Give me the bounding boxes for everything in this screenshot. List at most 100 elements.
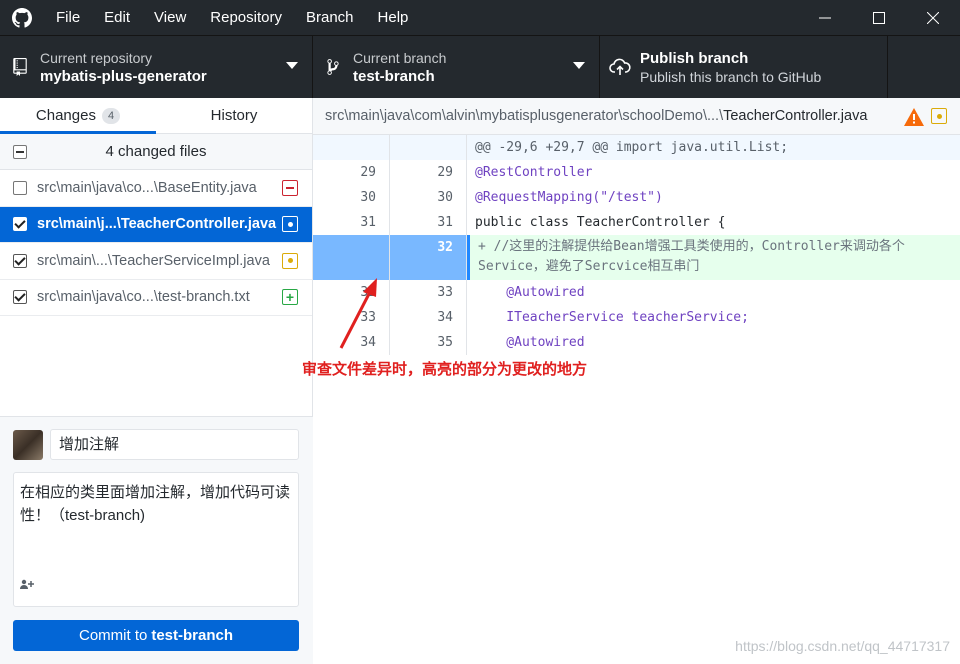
tab-history-label: History <box>210 107 258 124</box>
commit-summary-input[interactable]: 增加注解 <box>50 429 299 460</box>
toolbar: Current repository mybatis-plus-generato… <box>0 35 960 98</box>
file-name: src\main\...\TeacherServiceImpl.java <box>37 252 270 269</box>
annotation-arrow-icon <box>339 278 377 349</box>
diff-path-file: TeacherController.java <box>723 108 868 124</box>
new-line-number: 34 <box>390 305 467 330</box>
diff-file-path: src\main\java\com\alvin\mybatisplusgener… <box>313 108 893 124</box>
commit-panel: 增加注解 在相应的类里面增加注解，增加代码可读性！（test-branch) C… <box>0 416 313 664</box>
publish-subtext: Publish this branch to GitHub <box>640 68 822 85</box>
sidebar: Changes 4 History 4 changed files src\ma… <box>0 98 313 664</box>
close-icon[interactable] <box>906 0 960 35</box>
repository-icon <box>0 58 40 76</box>
deleted-status-icon <box>282 179 298 196</box>
repository-label: Current repository <box>40 49 153 66</box>
warning-icon <box>904 108 924 129</box>
commit-button[interactable]: Commit to test-branch <box>13 620 299 651</box>
old-line-number <box>313 235 390 280</box>
current-branch-button[interactable]: Current branch test-branch <box>313 36 600 98</box>
new-line-number <box>390 135 467 160</box>
annotation-text: 审查文件差异时，高亮的部分为更改的地方 <box>302 361 588 378</box>
new-line-number: 30 <box>390 185 467 210</box>
chevron-down-icon <box>286 62 298 69</box>
commit-button-prefix: Commit to <box>78 627 148 644</box>
changed-files-title: 4 changed files <box>105 143 207 160</box>
commit-button-branch: test-branch <box>151 627 234 644</box>
menu-view[interactable]: View <box>142 0 198 35</box>
publish-label: Publish branch <box>640 49 749 67</box>
menu-file[interactable]: File <box>44 0 92 35</box>
code-text: @Autowired <box>475 335 585 350</box>
cloud-upload-icon <box>600 58 640 76</box>
diff-line[interactable]: 33 34 ITeacherService teacherService; <box>313 305 960 330</box>
menu-repository[interactable]: Repository <box>198 0 294 35</box>
minimize-icon[interactable] <box>798 0 852 35</box>
diff-line[interactable]: 34 35 @Autowired <box>313 330 960 355</box>
branch-label: Current branch <box>353 49 447 66</box>
repository-name: mybatis-plus-generator <box>40 67 207 85</box>
file-name: src\main\java\co...\BaseEntity.java <box>37 179 257 196</box>
window-controls <box>798 0 960 35</box>
file-checkbox[interactable] <box>13 290 27 305</box>
title-bar: File Edit View Repository Branch Help <box>0 0 960 35</box>
code-text: ITeacherService teacherService; <box>475 310 749 325</box>
modified-status-icon <box>282 216 298 233</box>
file-name: src\main\java\co...\test-branch.txt <box>37 289 250 306</box>
modified-status-icon <box>282 252 298 269</box>
code-text: @RequestMapping("/test") <box>475 190 663 205</box>
menu-branch[interactable]: Branch <box>294 0 366 35</box>
changed-files-header: 4 changed files <box>0 134 312 170</box>
tab-history[interactable]: History <box>156 98 312 133</box>
github-logo-icon <box>0 0 44 35</box>
file-row[interactable]: src\main\java\co...\test-branch.txt + <box>0 280 312 316</box>
new-line-number: 33 <box>390 280 467 305</box>
diff-line[interactable]: 30 30 @RequestMapping("/test") <box>313 185 960 210</box>
code-text: + //这里的注解提供给Bean增强工具类使用的，Controller来调动各个… <box>467 235 960 280</box>
diff-line[interactable]: 32 33 @Autowired <box>313 280 960 305</box>
chevron-down-icon <box>573 62 585 69</box>
code-text: @Autowired <box>475 285 585 300</box>
tab-changes-label: Changes <box>35 107 96 124</box>
added-status-icon: + <box>282 289 298 306</box>
maximize-icon[interactable] <box>852 0 906 35</box>
code-text: @RestController <box>475 165 593 180</box>
new-line-number: 32 <box>390 235 467 280</box>
publish-branch-button[interactable]: Publish branch Publish this branch to Gi… <box>600 36 888 98</box>
old-line-number: 29 <box>313 160 390 185</box>
diff-header: src\main\java\com\alvin\mybatisplusgener… <box>313 98 960 135</box>
new-line-number: 29 <box>390 160 467 185</box>
file-checkbox[interactable] <box>13 217 27 232</box>
file-name: src\main\j...\TeacherController.java <box>37 216 277 233</box>
current-repository-button[interactable]: Current repository mybatis-plus-generato… <box>0 36 313 98</box>
menu-edit[interactable]: Edit <box>92 0 142 35</box>
tab-changes[interactable]: Changes 4 <box>0 98 156 134</box>
branch-name: test-branch <box>353 67 435 85</box>
hunk-text: @@ -29,6 +29,7 @@ import java.util.List; <box>467 135 960 160</box>
new-line-number: 35 <box>390 330 467 355</box>
diff-line[interactable]: 29 29 @RestController <box>313 160 960 185</box>
menu-bar: File Edit View Repository Branch Help <box>44 0 420 35</box>
add-coauthor-icon[interactable] <box>20 575 34 598</box>
old-line-number: 31 <box>313 210 390 235</box>
diff-view: @@ -29,6 +29,7 @@ import java.util.List;… <box>313 135 960 355</box>
file-checkbox[interactable] <box>13 253 27 268</box>
branch-icon <box>313 58 353 76</box>
commit-description-text: 在相应的类里面增加注解，增加代码可读性！（test-branch) <box>20 484 291 524</box>
diff-hunk-header[interactable]: @@ -29,6 +29,7 @@ import java.util.List; <box>313 135 960 160</box>
changes-count-badge: 4 <box>101 107 121 124</box>
modified-status-icon <box>931 108 947 124</box>
old-line-number <box>313 135 390 160</box>
watermark: https://blog.csdn.net/qq_44717317 <box>735 638 950 654</box>
new-line-number: 31 <box>390 210 467 235</box>
commit-description-input[interactable]: 在相应的类里面增加注解，增加代码可读性！（test-branch) <box>13 472 299 607</box>
select-all-checkbox[interactable] <box>13 144 27 159</box>
file-row[interactable]: src\main\j...\TeacherController.java <box>0 206 312 243</box>
file-row[interactable]: src\main\java\co...\BaseEntity.java <box>0 170 312 207</box>
sidebar-tabs: Changes 4 History <box>0 98 312 134</box>
file-row[interactable]: src\main\...\TeacherServiceImpl.java <box>0 243 312 280</box>
code-text: public class TeacherController { <box>475 215 726 230</box>
menu-help[interactable]: Help <box>366 0 421 35</box>
file-checkbox[interactable] <box>13 180 27 195</box>
diff-path-prefix: src\main\java\com\alvin\mybatisplusgener… <box>325 108 724 124</box>
diff-line[interactable]: 31 31 public class TeacherController { <box>313 210 960 235</box>
diff-line-added[interactable]: 32 + //这里的注解提供给Bean增强工具类使用的，Controller来调… <box>313 235 960 280</box>
